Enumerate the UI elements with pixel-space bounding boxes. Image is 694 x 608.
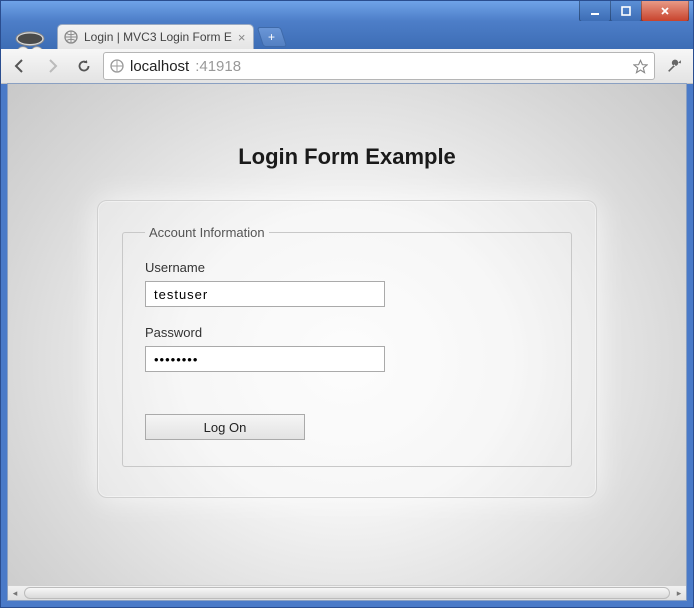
username-label: Username	[145, 260, 549, 275]
username-input[interactable]	[145, 281, 385, 307]
page-body[interactable]: Login Form Example Account Information U…	[8, 84, 686, 586]
settings-wrench-icon[interactable]	[661, 53, 687, 79]
browser-tab[interactable]: Login | MVC3 Login Form E ×	[57, 24, 254, 49]
forward-button[interactable]	[39, 53, 65, 79]
login-card: Account Information Username Password Lo…	[97, 200, 597, 498]
page-content: Login Form Example Account Information U…	[8, 84, 686, 548]
window-controls	[580, 1, 689, 22]
address-bar[interactable]: localhost :41918	[103, 52, 655, 80]
plus-icon: +	[269, 30, 276, 44]
back-button[interactable]	[7, 53, 33, 79]
fieldset-legend: Account Information	[145, 225, 269, 240]
window-maximize-button[interactable]	[610, 1, 642, 22]
scrollbar-thumb[interactable]	[24, 587, 670, 599]
url-port: :41918	[195, 58, 241, 75]
window-titlebar[interactable]	[1, 1, 693, 21]
tab-title: Login | MVC3 Login Form E	[84, 30, 232, 44]
scrollbar-track[interactable]	[22, 586, 672, 600]
scroll-right-arrow-icon[interactable]: ▸	[672, 587, 686, 599]
password-input[interactable]	[145, 346, 385, 372]
globe-icon	[64, 30, 78, 44]
site-globe-icon	[110, 59, 124, 73]
browser-window: Login | MVC3 Login Form E × + localhost:…	[0, 0, 694, 608]
scroll-left-arrow-icon[interactable]: ◂	[8, 587, 22, 599]
account-fieldset: Account Information Username Password Lo…	[122, 225, 572, 467]
username-field: Username	[145, 260, 549, 307]
password-field: Password	[145, 325, 549, 372]
tab-close-icon[interactable]: ×	[238, 30, 246, 45]
reload-button[interactable]	[71, 53, 97, 79]
window-minimize-button[interactable]	[579, 1, 611, 22]
new-tab-button[interactable]: +	[257, 27, 287, 47]
window-close-button[interactable]	[641, 1, 689, 22]
horizontal-scrollbar[interactable]: ◂ ▸	[8, 585, 686, 600]
page-viewport: Login Form Example Account Information U…	[7, 83, 687, 601]
browser-toolbar: localhost :41918	[1, 49, 693, 84]
bookmark-star-icon[interactable]	[633, 59, 648, 74]
tab-strip: Login | MVC3 Login Form E × +	[1, 21, 693, 49]
password-label: Password	[145, 325, 549, 340]
page-heading: Login Form Example	[238, 144, 456, 170]
url-host: localhost	[130, 58, 189, 75]
log-on-button[interactable]: Log On	[145, 414, 305, 440]
